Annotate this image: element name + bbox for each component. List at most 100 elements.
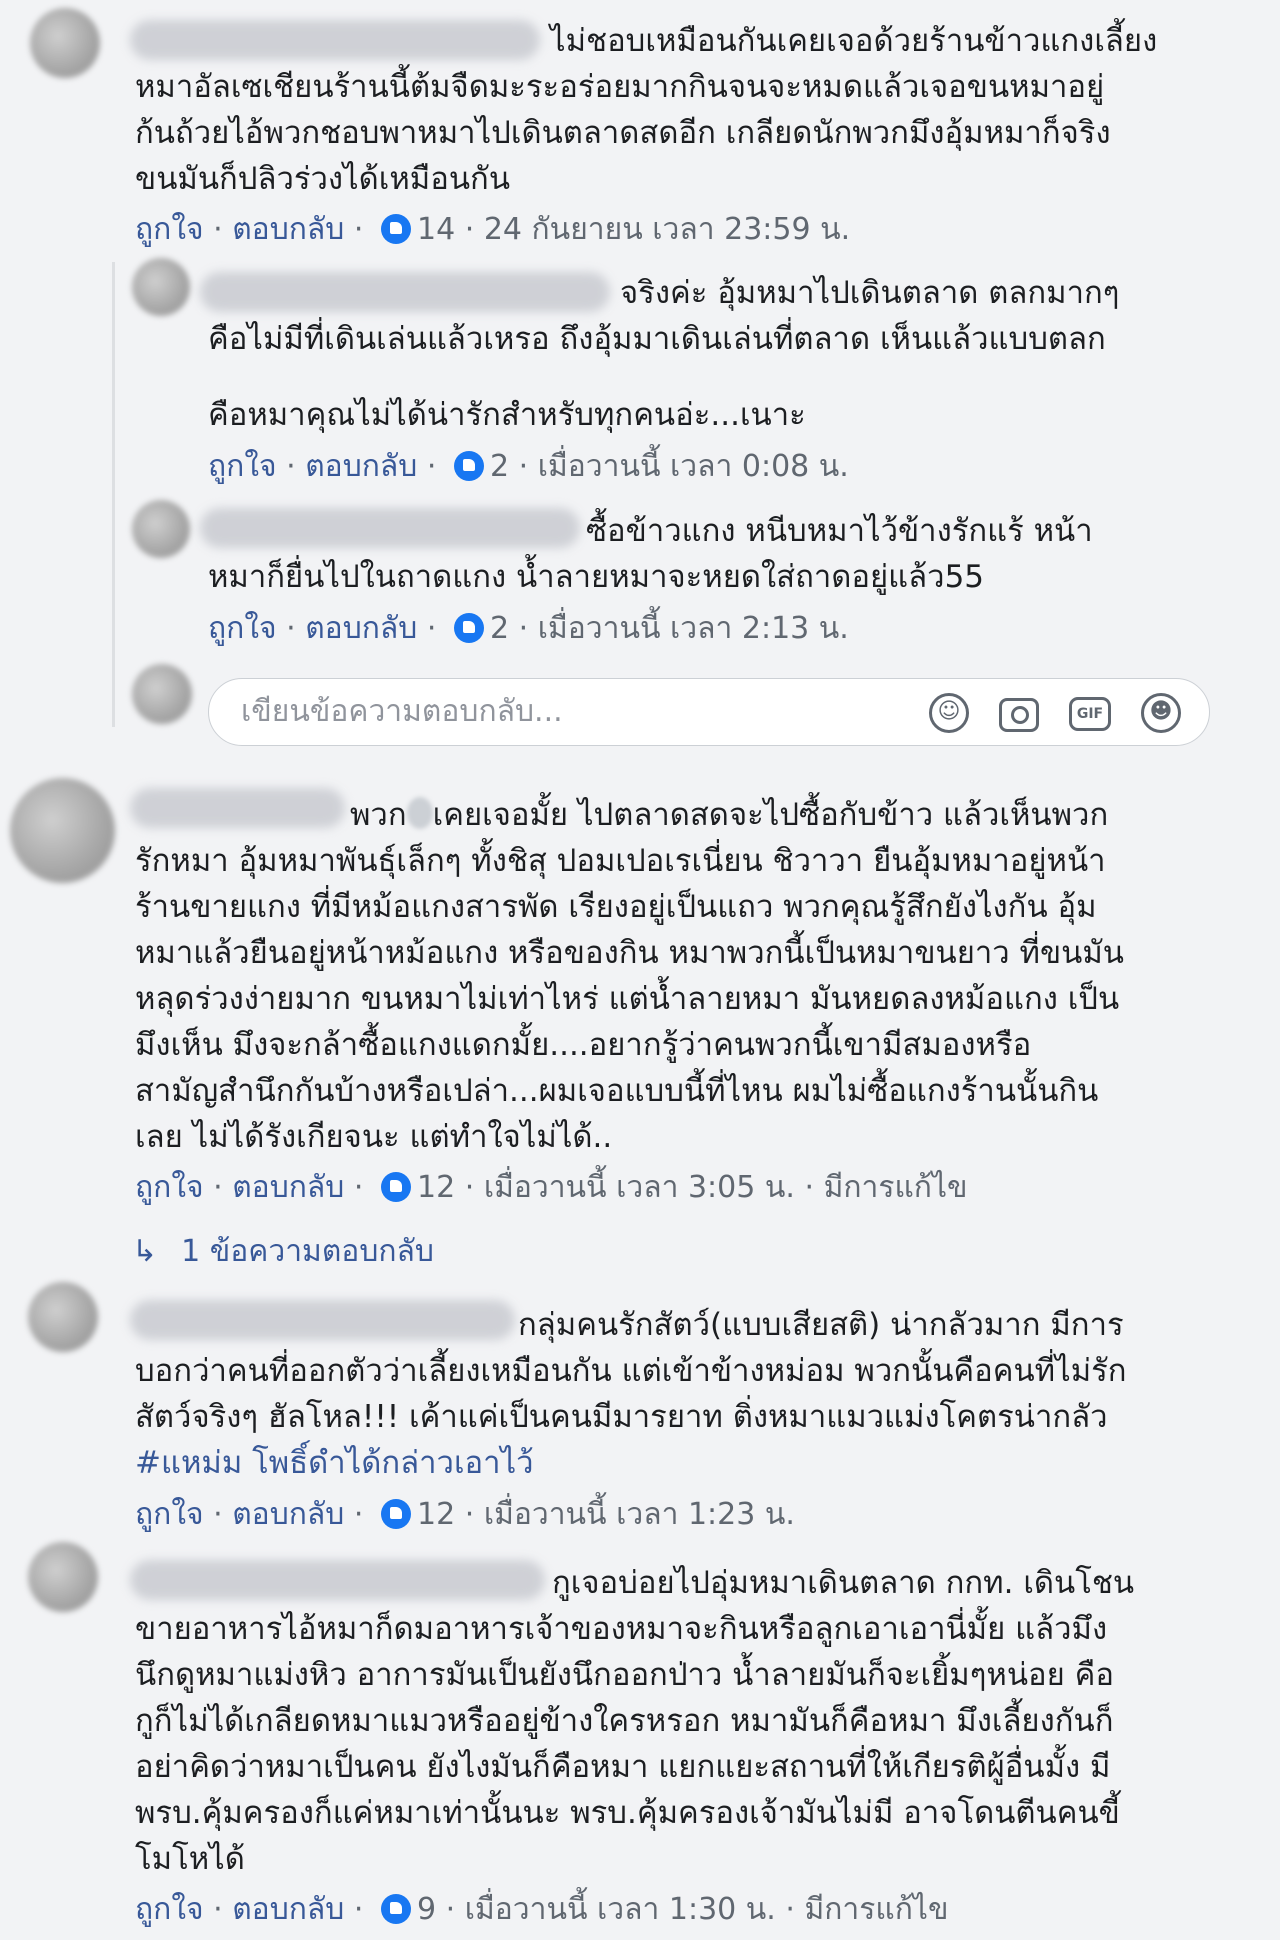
like-button[interactable]: ถูกใจ bbox=[208, 449, 277, 484]
comment-text: จริงค่ะ อุ้มหมาไปเดินตลาด ตลกมากๆ bbox=[620, 270, 1119, 316]
comment-line: ขายอาหารไอ้หมาก็ดมอาหารเจ้าของหมาจะกินหร… bbox=[135, 1611, 1108, 1647]
comment-text: รักหมา อุ้มหมาพันธุ์เล็กๆ ทั้งชิสุ ปอมเป… bbox=[135, 838, 1124, 1160]
comment-actions: ถูกใจ · ตอบกลับ · 12 · เมื่อวานนี้ เวลา … bbox=[135, 1170, 968, 1205]
reaction-count[interactable]: 12 bbox=[417, 1497, 455, 1532]
like-reaction-icon bbox=[380, 1499, 411, 1529]
gif-icon[interactable]: GIF bbox=[1069, 697, 1111, 731]
hashtag-link[interactable]: #แหม่ม โพธิ์ดำได้กล่าวเอาไว้ bbox=[135, 1440, 1127, 1486]
comment-text: ซื้อข้าวแกง หนีบหมาไว้ข้างรักแร้ หน้า bbox=[586, 508, 1093, 554]
censored-word bbox=[406, 797, 433, 829]
like-button[interactable]: ถูกใจ bbox=[135, 1170, 204, 1205]
like-reaction-icon bbox=[453, 451, 484, 481]
reply-input[interactable]: เขียนข้อความตอบกลับ... ☺ GIF ☻ bbox=[208, 678, 1210, 746]
comment-line: คือหมาคุณไม่ได้น่ารักสำหรับทุกคนอ่ะ...เน… bbox=[208, 397, 806, 433]
avatar[interactable] bbox=[132, 258, 190, 316]
commenter-name[interactable] bbox=[200, 508, 580, 548]
comment-line: บอกว่าคนที่ออกตัวว่าเลี้ยงเหมือนกัน แต่เ… bbox=[135, 1353, 1127, 1389]
timestamp[interactable]: 24 กันยายน เวลา 23:59 น. bbox=[484, 212, 850, 247]
reply-button[interactable]: ตอบกลับ bbox=[232, 1170, 344, 1205]
reaction-count[interactable]: 14 bbox=[417, 212, 455, 247]
comment-text: ขายอาหารไอ้หมาก็ดมอาหารเจ้าของหมาจะกินหร… bbox=[135, 1606, 1120, 1882]
avatar[interactable] bbox=[132, 500, 190, 558]
timestamp[interactable]: เมื่อวานนี้ เวลา 0:08 น. bbox=[538, 449, 849, 484]
comment-line: พรบ.คุ้มครองก็แค่หมาเท่านั้นนะ พรบ.คุ้มค… bbox=[135, 1795, 1120, 1831]
comment-actions: ถูกใจ · ตอบกลับ · 2 · เมื่อวานนี้ เวลา 2… bbox=[208, 611, 849, 646]
comment-actions: ถูกใจ · ตอบกลับ · 2 · เมื่อวานนี้ เวลา 0… bbox=[208, 449, 849, 484]
comment-text: กูเจอบ่อยไปอุ่มหมาเดินตลาด กกท. เดินโชน bbox=[552, 1560, 1134, 1606]
thread-line bbox=[112, 262, 115, 727]
timestamp[interactable]: เมื่อวานนี้ เวลา 2:13 น. bbox=[538, 611, 849, 646]
comment-line: พวก เคยเจอมั้ย ไปตลาดสดจะไปซื้อกับข้าว แล… bbox=[350, 797, 1109, 833]
reply-button[interactable]: ตอบกลับ bbox=[305, 449, 417, 484]
comment-line: หลุดร่วงง่ายมาก ขนหมาไม่เท่าไหร่ แต่น้ำล… bbox=[135, 981, 1120, 1017]
comment-line: ก้นถ้วยไอ้พวกชอบพาหมาไปเดินตลาดสดอีก เกล… bbox=[135, 115, 1111, 151]
comment-line: รักหมา อุ้มหมาพันธุ์เล็กๆ ทั้งชิสุ ปอมเป… bbox=[135, 843, 1106, 879]
like-button[interactable]: ถูกใจ bbox=[135, 1497, 204, 1532]
comment-line: หมาก็ยื่นไปในถาดแกง น้ำลายหมาจะหยดใส่ถาด… bbox=[208, 559, 985, 595]
reply-button[interactable]: ตอบกลับ bbox=[232, 1892, 344, 1927]
comment-line: สัตว์จริงๆ ฮัลโหล!!! เค้าแค่เป็นคนมีมารย… bbox=[135, 1399, 1108, 1435]
like-button[interactable]: ถูกใจ bbox=[135, 1892, 204, 1927]
reply-button[interactable]: ตอบกลับ bbox=[232, 1497, 344, 1532]
comment-line: เลย ไม่ได้รังเกียจนะ แต่ทำใจไม่ได้.. bbox=[135, 1119, 613, 1155]
sticker-icon[interactable]: ☻ bbox=[1141, 693, 1181, 733]
comment-line: มึงเห็น มึงจะกล้าซื้อแกงแดกมั้ย....อยากร… bbox=[135, 1027, 1032, 1063]
view-replies-label: 1 ข้อความตอบกลับ bbox=[181, 1234, 434, 1269]
like-reaction-icon bbox=[380, 214, 411, 244]
comment-line: จริงค่ะ อุ้มหมาไปเดินตลาด ตลกมากๆ bbox=[620, 275, 1120, 311]
commenter-name[interactable] bbox=[200, 272, 610, 312]
comment-line: กูเจอบ่อยไปอุ่มหมาเดินตลาด กกท. เดินโชน bbox=[552, 1565, 1135, 1601]
comment-actions: ถูกใจ · ตอบกลับ · 12 · เมื่อวานนี้ เวลา … bbox=[135, 1497, 795, 1532]
commenter-name[interactable] bbox=[130, 1560, 545, 1600]
timestamp[interactable]: เมื่อวานนี้ เวลา 1:30 น. bbox=[465, 1892, 776, 1927]
reply-input-placeholder: เขียนข้อความตอบกลับ... bbox=[241, 694, 563, 729]
comment-line: กลุ่มคนรักสัตว์(แบบเสียสติ) น่ากลัวมาก ม… bbox=[518, 1307, 1124, 1343]
reaction-count[interactable]: 12 bbox=[417, 1170, 455, 1205]
comment-line: นึกดูหมาแม่งหิว อาการมันเป็นยังนึกออกป่า… bbox=[135, 1657, 1115, 1693]
like-button[interactable]: ถูกใจ bbox=[135, 212, 204, 247]
comment-text: กลุ่มคนรักสัตว์(แบบเสียสติ) น่ากลัวมาก ม… bbox=[518, 1302, 1124, 1348]
comment-line: ขนมันก็ปลิวร่วงได้เหมือนกัน bbox=[135, 161, 511, 197]
edited-label[interactable]: มีการแก้ไข bbox=[804, 1892, 948, 1927]
avatar[interactable] bbox=[28, 1282, 98, 1352]
comment-line: กูก็ไม่ได้เกลียดหมาแมวหรืออยู่ข้างใครหรอ… bbox=[135, 1703, 1114, 1739]
comment-line: หมาแล้วยืนอยู่หน้าหม้อแกง หรือของกิน หมา… bbox=[135, 935, 1125, 971]
commenter-name[interactable] bbox=[130, 788, 345, 828]
camera-icon[interactable] bbox=[999, 698, 1039, 732]
like-reaction-icon bbox=[380, 1894, 411, 1924]
reaction-count[interactable]: 2 bbox=[490, 449, 509, 484]
comment-actions: ถูกใจ · ตอบกลับ · 9 · เมื่อวานนี้ เวลา 1… bbox=[135, 1892, 949, 1927]
like-reaction-icon bbox=[453, 613, 484, 643]
comment-line: คือไม่มีที่เดินเล่นแล้วเหรอ ถึงอุ้มมาเดิ… bbox=[208, 321, 1106, 357]
reply-arrow-icon: ↳ bbox=[132, 1234, 158, 1269]
commenter-name[interactable] bbox=[130, 1300, 515, 1340]
comment-line: โมโหได้ bbox=[135, 1841, 245, 1877]
avatar[interactable] bbox=[30, 8, 100, 78]
timestamp[interactable]: เมื่อวานนี้ เวลา 3:05 น. bbox=[484, 1170, 795, 1205]
comment-text: คือหมาคุณไม่ได้น่ารักสำหรับทุกคนอ่ะ...เน… bbox=[208, 392, 806, 438]
avatar[interactable] bbox=[10, 778, 115, 883]
smiley-icon[interactable]: ☺ bbox=[929, 693, 969, 733]
comment-line: หมาอัลเซเชียนร้านนี้ต้มจืดมะระอร่อยมากกิ… bbox=[135, 69, 1105, 105]
comment-line: ซื้อข้าวแกง หนีบหมาไว้ข้างรักแร้ หน้า bbox=[586, 513, 1093, 549]
current-user-avatar bbox=[132, 664, 192, 724]
reaction-count[interactable]: 9 bbox=[417, 1892, 436, 1927]
avatar[interactable] bbox=[28, 1542, 98, 1612]
timestamp[interactable]: เมื่อวานนี้ เวลา 1:23 น. bbox=[484, 1497, 795, 1532]
comment-line: สามัญสำนึกกันบ้างหรือเปล่า...ผมเจอแบบนี้… bbox=[135, 1073, 1099, 1109]
edited-label[interactable]: มีการแก้ไข bbox=[824, 1170, 968, 1205]
comment-text: หมาอัลเซเชียนร้านนี้ต้มจืดมะระอร่อยมากกิ… bbox=[135, 64, 1111, 202]
comment-text: คือไม่มีที่เดินเล่นแล้วเหรอ ถึงอุ้มมาเดิ… bbox=[208, 316, 1106, 362]
comment-line: อย่าคิดว่าหมาเป็นคน ยังไงมันก็คือหมา แยก… bbox=[135, 1749, 1111, 1785]
reaction-count[interactable]: 2 bbox=[490, 611, 509, 646]
commenter-name[interactable] bbox=[130, 20, 540, 60]
like-reaction-icon bbox=[380, 1172, 411, 1202]
reply-button[interactable]: ตอบกลับ bbox=[232, 212, 344, 247]
comment-text: พวก เคยเจอมั้ย ไปตลาดสดจะไปซื้อกับข้าว แล… bbox=[350, 792, 1108, 838]
like-button[interactable]: ถูกใจ bbox=[208, 611, 277, 646]
reply-button[interactable]: ตอบกลับ bbox=[305, 611, 417, 646]
view-replies-link[interactable]: ↳ 1 ข้อความตอบกลับ bbox=[132, 1232, 434, 1272]
comment-text: ไม่ชอบเหมือนกันเคยเจอด้วยร้านข้าวแกงเลี้… bbox=[550, 18, 1157, 64]
comment-actions: ถูกใจ · ตอบกลับ · 14 · 24 กันยายน เวลา 2… bbox=[135, 212, 851, 247]
comment-text: หมาก็ยื่นไปในถาดแกง น้ำลายหมาจะหยดใส่ถาด… bbox=[208, 554, 984, 600]
